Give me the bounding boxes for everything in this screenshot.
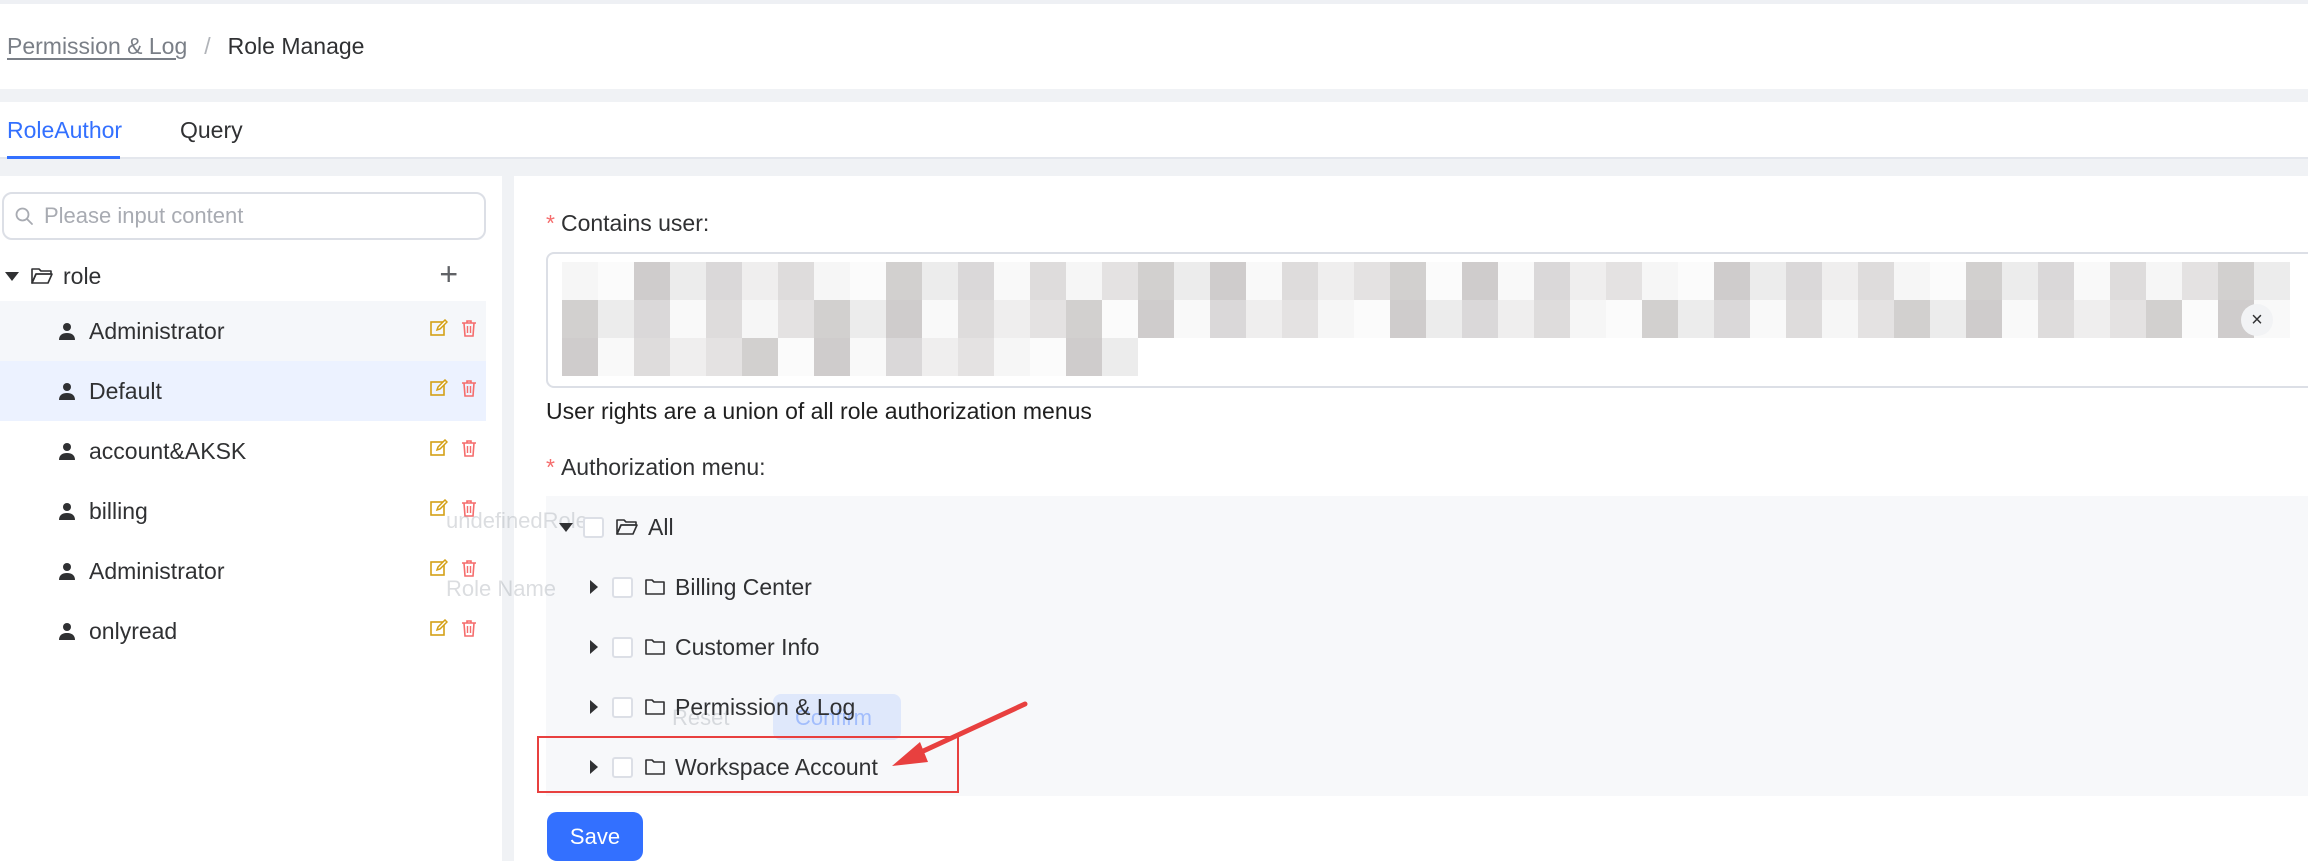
role-sidebar: role + Administrator Default account&AKS…: [0, 176, 502, 861]
role-label: onlyread: [89, 617, 178, 644]
role-label: Default: [89, 377, 162, 404]
role-search-box: [2, 192, 486, 240]
role-item[interactable]: Administrator: [0, 301, 486, 361]
add-role-button[interactable]: +: [439, 258, 458, 290]
role-item[interactable]: onlyread: [0, 601, 486, 661]
menu-checkbox[interactable]: [612, 576, 633, 598]
menu-node-all[interactable]: All: [559, 507, 674, 547]
menu-node-label: Permission & Log: [675, 693, 856, 720]
delete-icon[interactable]: [460, 379, 478, 397]
blurred-user-tags: [562, 338, 1138, 376]
edit-icon[interactable]: [430, 559, 448, 577]
role-item[interactable]: Default: [0, 361, 486, 421]
folder-open-icon: [616, 519, 638, 535]
breadcrumb-current: Role Manage: [227, 33, 365, 59]
delete-icon[interactable]: [460, 439, 478, 457]
role-item[interactable]: billing: [0, 481, 486, 541]
user-icon: [59, 503, 75, 520]
folder-icon: [645, 699, 665, 715]
delete-icon[interactable]: [460, 319, 478, 337]
menu-node-customer-info[interactable]: Customer Info: [590, 627, 819, 667]
breadcrumb: Permission & Log / Role Manage: [0, 4, 2308, 89]
role-item[interactable]: Administrator: [0, 541, 486, 601]
folder-open-icon: [31, 268, 53, 284]
blurred-user-tags: [562, 300, 2290, 338]
tab-query[interactable]: Query: [180, 102, 243, 159]
role-label: account&AKSK: [89, 437, 247, 464]
user-icon: [59, 323, 75, 340]
required-mark: *: [546, 210, 555, 236]
role-label: Administrator: [89, 557, 225, 584]
save-button[interactable]: Save: [547, 812, 643, 861]
edit-icon[interactable]: [430, 619, 448, 637]
role-label: billing: [89, 497, 148, 524]
edit-icon[interactable]: [430, 319, 448, 337]
contains-user-label: * Contains user:: [546, 210, 710, 236]
caret-right-icon[interactable]: [590, 700, 598, 714]
search-icon: [15, 207, 33, 225]
folder-icon: [645, 579, 665, 595]
user-icon: [59, 623, 75, 640]
edit-icon[interactable]: [430, 379, 448, 397]
tree-root-label: role: [63, 262, 102, 289]
active-tab-indicator: [7, 156, 120, 159]
ghost-role-name-label: Role Name: [446, 576, 557, 601]
delete-icon[interactable]: [460, 559, 478, 577]
caret-down-icon[interactable]: [559, 522, 573, 532]
rights-hint: User rights are a union of all role auth…: [546, 398, 1092, 424]
breadcrumb-separator: /: [204, 33, 211, 59]
menu-checkbox[interactable]: [612, 696, 633, 718]
role-label: Administrator: [89, 317, 225, 344]
menu-node-label: All: [648, 513, 674, 540]
user-icon: [59, 383, 75, 400]
menu-checkbox[interactable]: [583, 516, 604, 538]
breadcrumb-parent-link[interactable]: Permission & Log: [7, 33, 187, 60]
tab-roleauthor[interactable]: RoleAuthor: [7, 102, 122, 159]
caret-right-icon[interactable]: [590, 580, 598, 594]
menu-node-billing-center[interactable]: Billing Center: [590, 567, 812, 607]
role-search-input[interactable]: [44, 203, 464, 229]
role-item[interactable]: account&AKSK: [0, 421, 486, 481]
blurred-user-tags: [562, 262, 2290, 300]
tab-bar: RoleAuthor Query: [0, 102, 2308, 159]
annotation-arrow-icon: [892, 701, 1028, 766]
caret-down-icon[interactable]: [5, 271, 19, 281]
user-icon: [59, 563, 75, 580]
clear-users-button[interactable]: ×: [2241, 304, 2273, 336]
folder-icon: [645, 639, 665, 655]
auth-menu-label: * Authorization menu:: [546, 454, 766, 480]
tree-root-role[interactable]: role +: [0, 248, 486, 304]
menu-node-permission-log[interactable]: Permission & Log: [590, 687, 855, 727]
edit-icon[interactable]: [430, 439, 448, 457]
required-mark: *: [546, 454, 555, 480]
delete-icon[interactable]: [460, 619, 478, 637]
menu-node-label: Billing Center: [675, 573, 812, 600]
caret-right-icon[interactable]: [590, 640, 598, 654]
user-icon: [59, 443, 75, 460]
menu-node-label: Customer Info: [675, 633, 820, 660]
contains-user-select[interactable]: [546, 252, 2308, 388]
menu-checkbox[interactable]: [612, 636, 633, 658]
